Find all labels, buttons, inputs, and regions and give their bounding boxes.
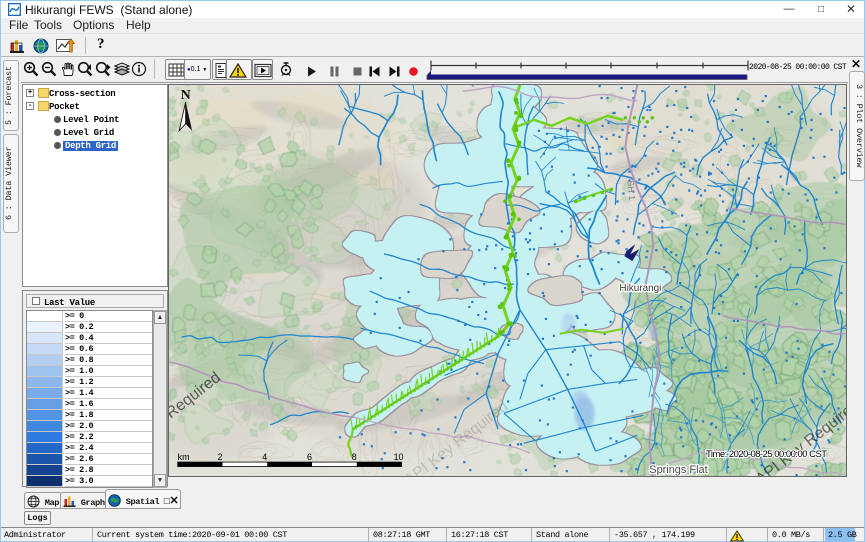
svg-text:6: 6 — [307, 452, 312, 462]
svg-text:N: N — [181, 88, 191, 103]
svg-text:SH 1: SH 1 — [625, 180, 637, 201]
svg-text:10: 10 — [394, 452, 404, 462]
svg-text:km: km — [178, 452, 190, 462]
svg-text:4: 4 — [262, 452, 267, 462]
svg-text:8: 8 — [352, 452, 357, 462]
svg-text:2: 2 — [217, 452, 222, 462]
svg-text:Time: 2020-08-25 00:00:00 CST: Time: 2020-08-25 00:00:00 CST — [706, 449, 827, 460]
svg-text:Hikurangi: Hikurangi — [619, 283, 661, 294]
svg-text:Springs Flat: Springs Flat — [649, 464, 707, 476]
